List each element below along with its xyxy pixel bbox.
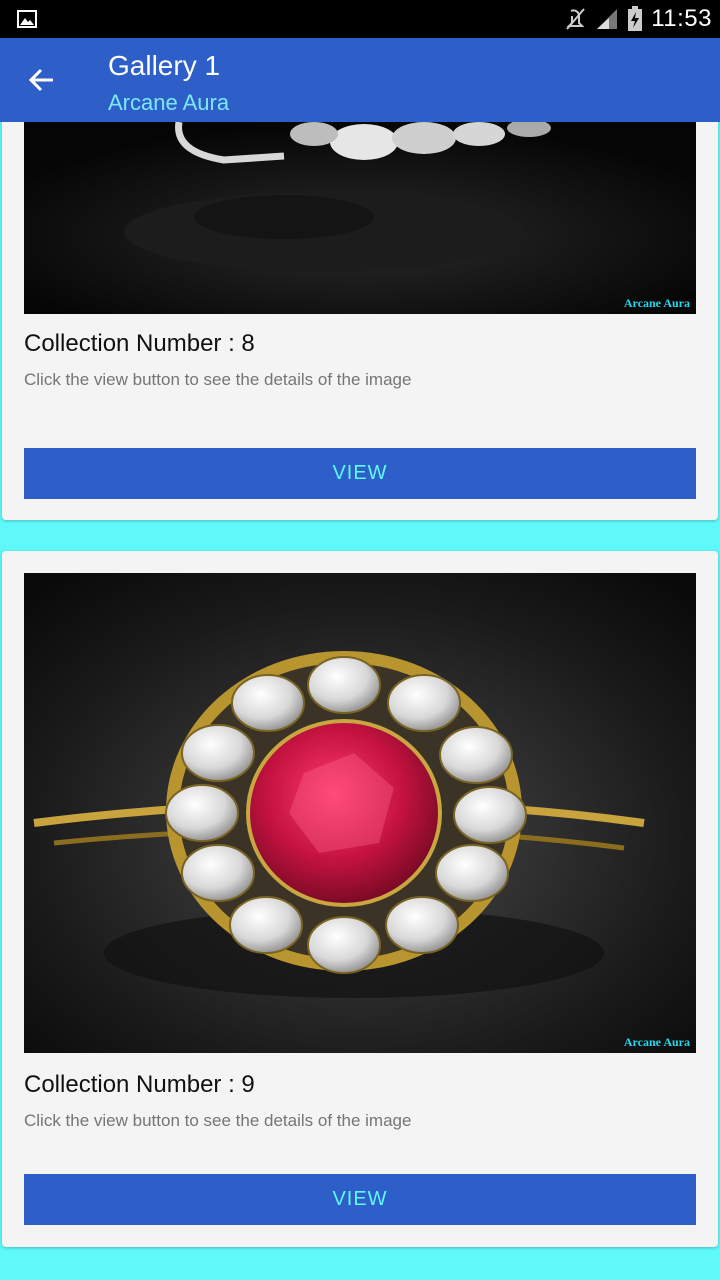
gallery-list[interactable]: Arcane Aura Collection Number : 8 Click … — [0, 122, 720, 1280]
collection-heading: Collection Number : 8 — [24, 330, 255, 357]
gallery-card: Arcane Aura Collection Number : 8 Click … — [2, 122, 718, 520]
status-time: 11:53 — [651, 5, 712, 32]
watermark: Arcane Aura — [623, 296, 690, 310]
image-icon — [17, 10, 37, 28]
mute-icon — [566, 8, 585, 30]
ring-image[interactable]: Arcane Aura — [24, 122, 696, 314]
gallery-card: Arcane Aura Collection Number : 9 Click … — [2, 551, 718, 1247]
arrow-back-icon[interactable] — [26, 64, 58, 96]
signal-icon — [597, 9, 618, 29]
ring-photo — [24, 122, 696, 314]
watermark: Arcane Aura — [623, 1035, 690, 1049]
page-title: Gallery 1 — [108, 50, 221, 81]
view-button[interactable]: VIEW — [24, 448, 696, 499]
ring-image[interactable]: Arcane Aura — [24, 573, 696, 1053]
ring-photo — [24, 573, 696, 1053]
collection-description: Click the view button to see the details… — [24, 1111, 412, 1130]
collection-description: Click the view button to see the details… — [24, 370, 412, 389]
app-bar: Gallery 1 Arcane Aura — [0, 38, 720, 122]
view-button[interactable]: VIEW — [24, 1174, 696, 1225]
page-subtitle: Arcane Aura — [108, 90, 230, 115]
collection-heading: Collection Number : 9 — [24, 1071, 255, 1098]
status-bar: 11:53 — [0, 0, 720, 38]
battery-charging-icon — [628, 6, 643, 31]
